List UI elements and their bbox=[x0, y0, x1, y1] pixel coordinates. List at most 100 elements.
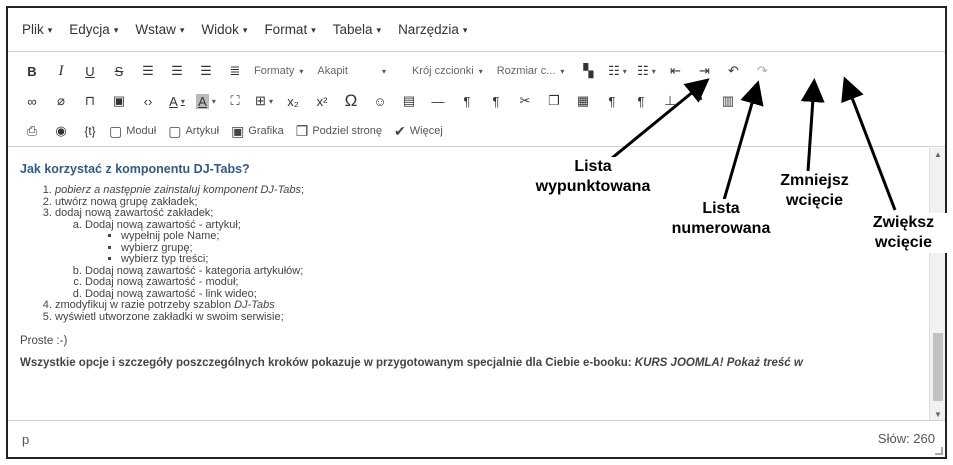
nonbreaking-button[interactable]: ⊥ bbox=[660, 90, 680, 112]
menu-insert-label: Wstaw bbox=[135, 22, 176, 37]
pagebreak-button[interactable]: ❐ Podziel stronę bbox=[296, 120, 382, 142]
visual-chars-button[interactable]: ¶ bbox=[631, 90, 651, 112]
step4-text: zmodyfikuj w razie potrzeby szablon bbox=[55, 299, 235, 311]
menu-tools[interactable]: Narzędzia ▾ bbox=[398, 22, 467, 37]
preview-button[interactable]: ◉ bbox=[51, 120, 71, 142]
chevron-down-icon: ▾ bbox=[311, 25, 316, 35]
block-format-dropdown[interactable]: Akapit ▾ bbox=[317, 60, 386, 82]
list-item: Dodaj nową zawartość - artykuł; wypełnij… bbox=[85, 219, 917, 266]
resize-handle-icon[interactable] bbox=[935, 447, 943, 455]
undo-icon: ↶ bbox=[727, 63, 739, 78]
paragraph-icon: ¶ bbox=[608, 93, 616, 109]
menu-view[interactable]: Widok ▾ bbox=[201, 22, 247, 37]
menu-view-label: Widok bbox=[201, 22, 239, 37]
rtl-icon: ¶ bbox=[492, 93, 500, 109]
quote-icon: ❝ bbox=[695, 93, 703, 108]
toolbar-row-2: ∞ ⌀ ⊓ ▣ ‹› A ▾ A ▾ ⛶ ⊞ ▾ x₂ x² Ω ☺ ▤ — ¶ ¶ … bbox=[22, 89, 747, 113]
scroll-up-icon[interactable]: ▲ bbox=[930, 148, 946, 162]
outdent-icon: ⇤ bbox=[669, 63, 681, 78]
formats-label: Formaty bbox=[254, 65, 295, 77]
content-heading: Jak korzystać z komponentu DJ-Tabs? bbox=[20, 162, 250, 176]
element-path[interactable]: p bbox=[22, 432, 29, 447]
copy-button[interactable]: ❐ bbox=[544, 90, 564, 112]
menu-table[interactable]: Tabela ▾ bbox=[333, 22, 381, 37]
link-button[interactable]: ∞ bbox=[22, 90, 42, 112]
editor-content[interactable]: Jak korzystać z komponentu DJ-Tabs? pobi… bbox=[8, 148, 929, 422]
embed-code-button[interactable]: {t} bbox=[80, 120, 100, 142]
fullscreen-button[interactable]: ⛶ bbox=[225, 90, 245, 112]
align-justify-button[interactable]: ≣ bbox=[225, 60, 245, 82]
print-button[interactable]: ⎙ bbox=[22, 120, 42, 142]
show-blocks-button[interactable]: ¶ bbox=[602, 90, 622, 112]
special-char-button[interactable]: Ω bbox=[341, 90, 361, 112]
emoticons-button[interactable]: ☺ bbox=[370, 90, 390, 112]
align-justify-icon: ≣ bbox=[229, 63, 241, 78]
font-size-dropdown[interactable]: Rozmiar c... ▾ bbox=[497, 60, 565, 82]
scroll-thumb[interactable] bbox=[933, 333, 943, 401]
cut-button[interactable]: ✂ bbox=[515, 90, 535, 112]
pilcrow-icon: ¶ bbox=[637, 93, 645, 109]
source-code-button[interactable]: ‹› bbox=[138, 90, 158, 112]
background-color-icon: A bbox=[196, 93, 209, 109]
subscript-button[interactable]: x₂ bbox=[283, 90, 303, 112]
image-icon: ▣ bbox=[112, 93, 126, 108]
menu-insert[interactable]: Wstaw ▾ bbox=[135, 22, 184, 37]
toolbar-row-1: B I U S ☰ ☰ ☰ ≣ Formaty ▾ Akapit ▾ Krój cz… bbox=[22, 59, 781, 83]
menubar: Plik ▾ Edycja ▾ Wstaw ▾ Widok ▾ Format ▾ Tabe… bbox=[8, 8, 945, 52]
align-left-button[interactable]: ☰ bbox=[138, 60, 158, 82]
fullscreen-icon: ⛶ bbox=[230, 93, 240, 108]
font-family-dropdown[interactable]: Krój czcionki ▾ bbox=[412, 60, 483, 82]
media-button[interactable]: ▤ bbox=[399, 90, 419, 112]
redo-button[interactable]: ↷ bbox=[752, 60, 772, 82]
list-item: Dodaj nową zawartość - moduł; bbox=[85, 276, 917, 289]
find-button[interactable]: ▚ bbox=[578, 60, 598, 82]
menu-format[interactable]: Format ▾ bbox=[264, 22, 315, 37]
chevron-down-icon: ▾ bbox=[622, 66, 627, 76]
module-button[interactable]: ▢ Moduł bbox=[109, 120, 156, 142]
content-scrollbar[interactable]: ▲ ▼ bbox=[929, 148, 945, 422]
text-color-button[interactable]: A ▾ bbox=[167, 90, 187, 112]
paste-button[interactable]: ▦ bbox=[573, 90, 593, 112]
blockquote-button[interactable]: ❝ bbox=[689, 90, 709, 112]
toolbar-row-3: ⎙ ◉ {t} ▢ Moduł ▢ Artykuł ▣ Grafika ❐ Podzie… bbox=[22, 119, 455, 143]
horizontal-rule-icon: — bbox=[431, 93, 445, 109]
binoculars-icon: ▚ bbox=[583, 63, 594, 78]
align-right-icon: ☰ bbox=[200, 63, 212, 78]
link-icon: ∞ bbox=[27, 93, 37, 109]
unlink-button[interactable]: ⌀ bbox=[51, 90, 71, 112]
bullet-list-button[interactable]: ☷ ▾ bbox=[607, 60, 627, 82]
step1-text: pobierz a następnie zainstaluj komponent bbox=[55, 184, 261, 196]
ltr-button[interactable]: ¶ bbox=[457, 90, 477, 112]
step1-em: DJ-Tabs bbox=[260, 184, 302, 196]
image-insert-button[interactable]: ▣ Grafika bbox=[231, 120, 284, 142]
rtl-button[interactable]: ¶ bbox=[486, 90, 506, 112]
formats-dropdown[interactable]: Formaty ▾ bbox=[254, 60, 303, 82]
anchor-button[interactable]: ⊓ bbox=[80, 90, 100, 112]
align-center-button[interactable]: ☰ bbox=[167, 60, 187, 82]
undo-button[interactable]: ↶ bbox=[723, 60, 743, 82]
superscript-button[interactable]: x² bbox=[312, 90, 332, 112]
article-button[interactable]: ▢ Artykuł bbox=[168, 120, 219, 142]
menu-table-label: Tabela bbox=[332, 22, 373, 37]
block-format-label: Akapit bbox=[317, 65, 348, 77]
menu-file[interactable]: Plik ▾ bbox=[22, 22, 52, 37]
table-button[interactable]: ⊞ ▾ bbox=[254, 90, 274, 112]
horizontal-rule-button[interactable]: — bbox=[428, 90, 448, 112]
ebook-link[interactable]: KURS JOOMLA! Pokaż treść w bbox=[635, 357, 803, 369]
ebook-text: Wszystkie opcje i szczegóły poszczególny… bbox=[20, 357, 635, 369]
underline-button[interactable]: U bbox=[80, 60, 100, 82]
bold-button[interactable]: B bbox=[22, 60, 42, 82]
indent-button[interactable]: ⇥ bbox=[694, 60, 714, 82]
menu-edit[interactable]: Edycja ▾ bbox=[69, 22, 118, 37]
italic-button[interactable]: I bbox=[51, 60, 71, 82]
template-button[interactable]: ▥ bbox=[718, 90, 738, 112]
numbered-list-button[interactable]: ☷ ▾ bbox=[636, 60, 656, 82]
align-right-button[interactable]: ☰ bbox=[196, 60, 216, 82]
insert-image-button[interactable]: ▣ bbox=[109, 90, 129, 112]
background-color-button[interactable]: A ▾ bbox=[196, 90, 216, 112]
strikethrough-button[interactable]: S bbox=[109, 60, 129, 82]
readmore-button[interactable]: ✔ Więcej bbox=[394, 120, 443, 142]
copy-icon: ❐ bbox=[295, 122, 309, 139]
outdent-button[interactable]: ⇤ bbox=[665, 60, 685, 82]
list-item: wybierz typ treści; bbox=[121, 253, 917, 266]
